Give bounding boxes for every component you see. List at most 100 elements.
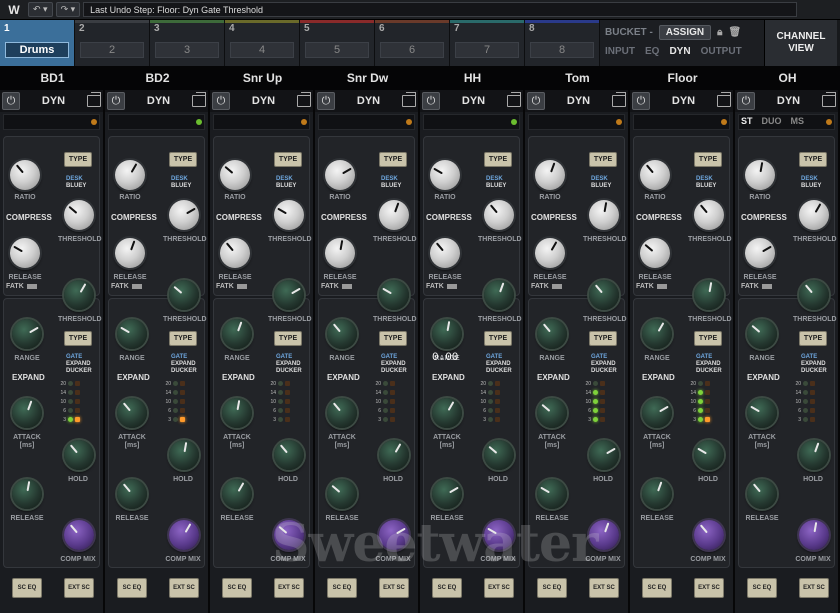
sc-eq-button[interactable]: SC EQ [117,578,147,598]
range-knob[interactable] [432,319,462,349]
power-button[interactable]: ⏻ [317,92,335,110]
hold-knob[interactable] [274,440,304,470]
expand-type-button[interactable]: TYPE [484,331,512,346]
hold-knob[interactable] [379,440,409,470]
open-window-icon[interactable] [401,92,416,107]
comp-release-knob[interactable] [10,238,40,268]
ext-sc-button[interactable]: EXT SC [799,578,829,598]
ratio-knob[interactable] [220,160,250,190]
hold-knob[interactable] [64,440,94,470]
range-knob[interactable] [222,319,252,349]
group-5[interactable]: 55 [300,20,375,66]
open-window-icon[interactable] [716,92,731,107]
expand-type-button[interactable]: TYPE [379,331,407,346]
range-knob[interactable] [327,319,357,349]
expand-type-button[interactable]: TYPE [589,331,617,346]
range-knob[interactable] [642,319,672,349]
comp-threshold-knob[interactable] [484,200,514,230]
comp-release-knob[interactable] [535,238,565,268]
open-window-icon[interactable] [296,92,311,107]
comp-mix-knob[interactable] [799,520,829,550]
comp-release-knob[interactable] [640,238,670,268]
comp-threshold-knob[interactable] [169,200,199,230]
fatk-toggle[interactable]: FATK [426,283,457,290]
gate-threshold-knob[interactable] [274,280,304,310]
fatk-toggle[interactable]: FATK [741,283,772,290]
ratio-knob[interactable] [430,160,460,190]
comp-type-button[interactable]: TYPE [694,152,722,167]
open-window-icon[interactable] [191,92,206,107]
gate-threshold-knob[interactable] [589,280,619,310]
comp-release-knob[interactable] [430,238,460,268]
power-button[interactable]: ⏻ [737,92,755,110]
gate-threshold-knob[interactable] [799,280,829,310]
expand-type-button[interactable]: TYPE [694,331,722,346]
open-window-icon[interactable] [86,92,101,107]
eq-tab[interactable]: EQ [645,46,659,57]
range-knob[interactable] [117,319,147,349]
gate-threshold-knob[interactable] [64,280,94,310]
power-button[interactable]: ⏻ [527,92,545,110]
gate-threshold-knob[interactable] [379,280,409,310]
sc-eq-button[interactable]: SC EQ [432,578,462,598]
ext-sc-button[interactable]: EXT SC [64,578,94,598]
comp-mix-knob[interactable] [589,520,619,550]
expand-release-knob[interactable] [432,479,462,509]
comp-mix-knob[interactable] [694,520,724,550]
power-button[interactable]: ⏻ [212,92,230,110]
range-knob[interactable] [537,319,567,349]
attack-knob[interactable] [12,398,42,428]
comp-threshold-knob[interactable] [379,200,409,230]
comp-mix-knob[interactable] [64,520,94,550]
gate-threshold-knob[interactable] [484,280,514,310]
hold-knob[interactable] [799,440,829,470]
hold-knob[interactable] [589,440,619,470]
comp-release-knob[interactable] [220,238,250,268]
sc-eq-button[interactable]: SC EQ [222,578,252,598]
range-knob[interactable] [747,319,777,349]
power-button[interactable]: ⏻ [107,92,125,110]
hold-knob[interactable] [694,440,724,470]
comp-threshold-knob[interactable] [694,200,724,230]
expand-type-button[interactable]: TYPE [799,331,827,346]
fatk-toggle[interactable]: FATK [216,283,247,290]
ext-sc-button[interactable]: EXT SC [484,578,514,598]
comp-release-knob[interactable] [745,238,775,268]
gate-threshold-knob[interactable] [694,280,724,310]
assign-button[interactable]: ASSIGN [658,24,712,40]
attack-knob[interactable] [117,398,147,428]
ext-sc-button[interactable]: EXT SC [169,578,199,598]
expand-type-button[interactable]: TYPE [64,331,92,346]
ext-sc-button[interactable]: EXT SC [694,578,724,598]
group-1[interactable]: 1 Drums [0,20,75,66]
lock-icon[interactable]: 🔒︎ [717,27,722,38]
ext-sc-button[interactable]: EXT SC [274,578,304,598]
expand-release-knob[interactable] [537,479,567,509]
ratio-knob[interactable] [10,160,40,190]
hold-knob[interactable] [484,440,514,470]
fatk-toggle[interactable]: FATK [531,283,562,290]
power-button[interactable]: ⏻ [422,92,440,110]
comp-type-button[interactable]: TYPE [589,152,617,167]
attack-knob[interactable] [222,398,252,428]
comp-type-button[interactable]: TYPE [484,152,512,167]
output-tab[interactable]: OUTPUT [701,46,742,57]
attack-knob[interactable] [432,398,462,428]
power-button[interactable]: ⏻ [2,92,20,110]
ratio-knob[interactable] [115,160,145,190]
group-4[interactable]: 44 [225,20,300,66]
trash-icon[interactable]: 🗑︎ [728,27,741,38]
comp-mix-knob[interactable] [484,520,514,550]
ms-button[interactable]: MS [791,116,805,126]
ratio-knob[interactable] [535,160,565,190]
fatk-toggle[interactable]: FATK [111,283,142,290]
bucket-dropdown[interactable]: BUCKET - [605,27,653,38]
expand-release-knob[interactable] [117,479,147,509]
open-window-icon[interactable] [611,92,626,107]
ratio-knob[interactable] [745,160,775,190]
comp-mix-knob[interactable] [169,520,199,550]
redo-button[interactable]: ↷ ▾ [55,2,81,17]
undo-button[interactable]: ↶ ▾ [28,2,53,17]
sc-eq-button[interactable]: SC EQ [12,578,42,598]
comp-release-knob[interactable] [115,238,145,268]
